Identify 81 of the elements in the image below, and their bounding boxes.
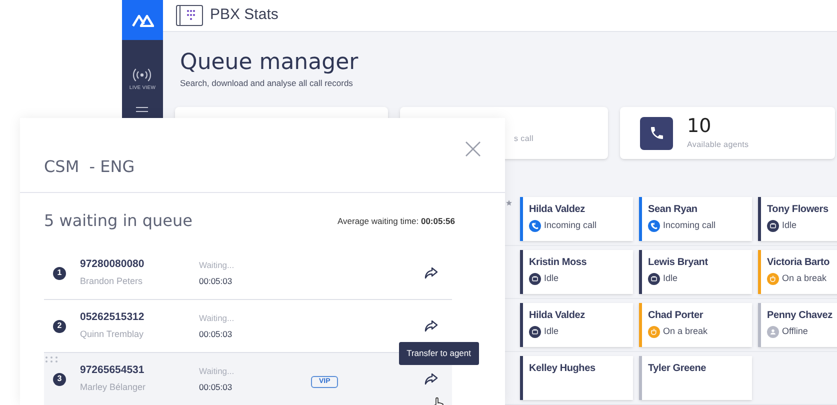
caller-name: Brandon Peters bbox=[80, 275, 144, 288]
caller-number: 05262515312 bbox=[80, 310, 146, 326]
agent-name: Kelley Hughes bbox=[529, 362, 596, 376]
queue-heading: 5 waiting in queue bbox=[44, 210, 192, 232]
agent-name: Kristin Moss bbox=[529, 256, 588, 270]
agent-status: Incoming call bbox=[544, 219, 597, 232]
dialog-title: CSM - ENG bbox=[44, 156, 135, 178]
call-state: Waiting... bbox=[199, 258, 236, 272]
app-title: PBX Stats bbox=[210, 5, 278, 26]
caller-name: Quinn Tremblay bbox=[80, 328, 145, 342]
drag-handle-icon[interactable] bbox=[45, 356, 58, 363]
logo-icon bbox=[132, 13, 154, 27]
star-icon[interactable] bbox=[506, 200, 512, 206]
agent-card[interactable]: Hilda Valdez Incoming call bbox=[520, 197, 633, 241]
dialpad-icon bbox=[176, 5, 203, 26]
agent-card[interactable]: Kelley Hughes bbox=[520, 356, 633, 400]
agent-name: Hilda Valdez bbox=[529, 309, 586, 323]
stat-value: 10 bbox=[687, 115, 712, 138]
broadcast-icon bbox=[132, 68, 152, 82]
forward-button[interactable] bbox=[424, 267, 438, 279]
menu-icon[interactable] bbox=[136, 106, 148, 112]
caller-number: 97280080080 bbox=[80, 257, 146, 272]
agent-card[interactable]: Lewis Bryant Idle bbox=[639, 250, 752, 294]
close-icon bbox=[465, 141, 481, 157]
logo-tile[interactable] bbox=[122, 0, 163, 40]
agent-status: On a break bbox=[782, 272, 827, 285]
agent-status: Idle bbox=[544, 272, 559, 285]
agent-card[interactable]: Hilda Valdez Idle bbox=[520, 303, 633, 347]
agent-status: Offline bbox=[782, 325, 808, 338]
person-icon bbox=[767, 326, 779, 338]
coffee-icon bbox=[648, 326, 660, 338]
forward-button[interactable] bbox=[424, 373, 438, 385]
page-subtitle: Search, download and analyse all call records bbox=[180, 77, 354, 90]
average-waiting-time: Average waiting time: 00:05:56 bbox=[338, 214, 455, 228]
stat-label: Available agents bbox=[687, 139, 749, 152]
coffee-icon bbox=[767, 272, 779, 285]
stat-label: s call bbox=[514, 133, 534, 146]
incoming-call-icon bbox=[529, 220, 541, 232]
agent-card[interactable]: Kristin Moss Idle bbox=[520, 250, 633, 294]
idle-icon bbox=[767, 220, 779, 232]
position-number: 1 bbox=[53, 266, 66, 280]
agent-status: On a break bbox=[663, 325, 708, 338]
waiting-time: 00:05:03 bbox=[199, 328, 234, 340]
call-state: Waiting... bbox=[199, 364, 236, 378]
incoming-call-icon bbox=[648, 220, 660, 232]
forward-icon bbox=[424, 373, 438, 385]
agent-name: Victoria Barto bbox=[767, 256, 831, 270]
agent-name: Penny Chavez bbox=[767, 309, 834, 323]
agent-card[interactable]: Tyler Greene bbox=[639, 356, 752, 400]
call-state: Waiting... bbox=[199, 312, 236, 324]
waiting-time: 00:05:03 bbox=[199, 380, 234, 394]
agent-name: Tyler Greene bbox=[648, 362, 708, 376]
position-number: 3 bbox=[53, 372, 66, 386]
agent-name: Sean Ryan bbox=[648, 203, 698, 217]
agent-name: Chad Porter bbox=[648, 309, 704, 323]
agent-name: Hilda Valdez bbox=[529, 203, 586, 217]
idle-icon bbox=[529, 272, 541, 285]
agent-name: Lewis Bryant bbox=[648, 256, 709, 270]
agent-status: Idle bbox=[663, 272, 678, 285]
page-title: Queue manager bbox=[180, 50, 360, 76]
agent-status: Idle bbox=[782, 219, 797, 232]
agent-card[interactable]: Chad Porter On a break bbox=[639, 303, 752, 347]
caller-name: Marley Bélanger bbox=[80, 381, 147, 394]
agent-card[interactable]: Tony Flowers Idle bbox=[758, 197, 837, 241]
forward-button[interactable] bbox=[424, 320, 438, 332]
forward-icon bbox=[424, 267, 438, 279]
caller-number: 97265654531 bbox=[80, 363, 146, 378]
forward-icon bbox=[424, 320, 438, 332]
idle-icon bbox=[529, 326, 541, 338]
agent-card[interactable]: Penny Chavez Offline bbox=[758, 303, 837, 347]
position-number: 2 bbox=[53, 320, 66, 332]
agent-status: Idle bbox=[544, 325, 559, 338]
agent-card[interactable]: Victoria Barto On a break bbox=[758, 250, 837, 294]
agent-card[interactable]: Sean Ryan Incoming call bbox=[639, 197, 752, 241]
agent-name: Tony Flowers bbox=[767, 203, 830, 217]
phone-icon bbox=[640, 116, 673, 150]
tooltip: Transfer to agent bbox=[398, 342, 479, 365]
agent-status: Incoming call bbox=[663, 219, 716, 232]
waiting-time: 00:05:03 bbox=[199, 274, 234, 288]
idle-icon bbox=[648, 272, 660, 285]
close-button[interactable] bbox=[465, 141, 481, 157]
